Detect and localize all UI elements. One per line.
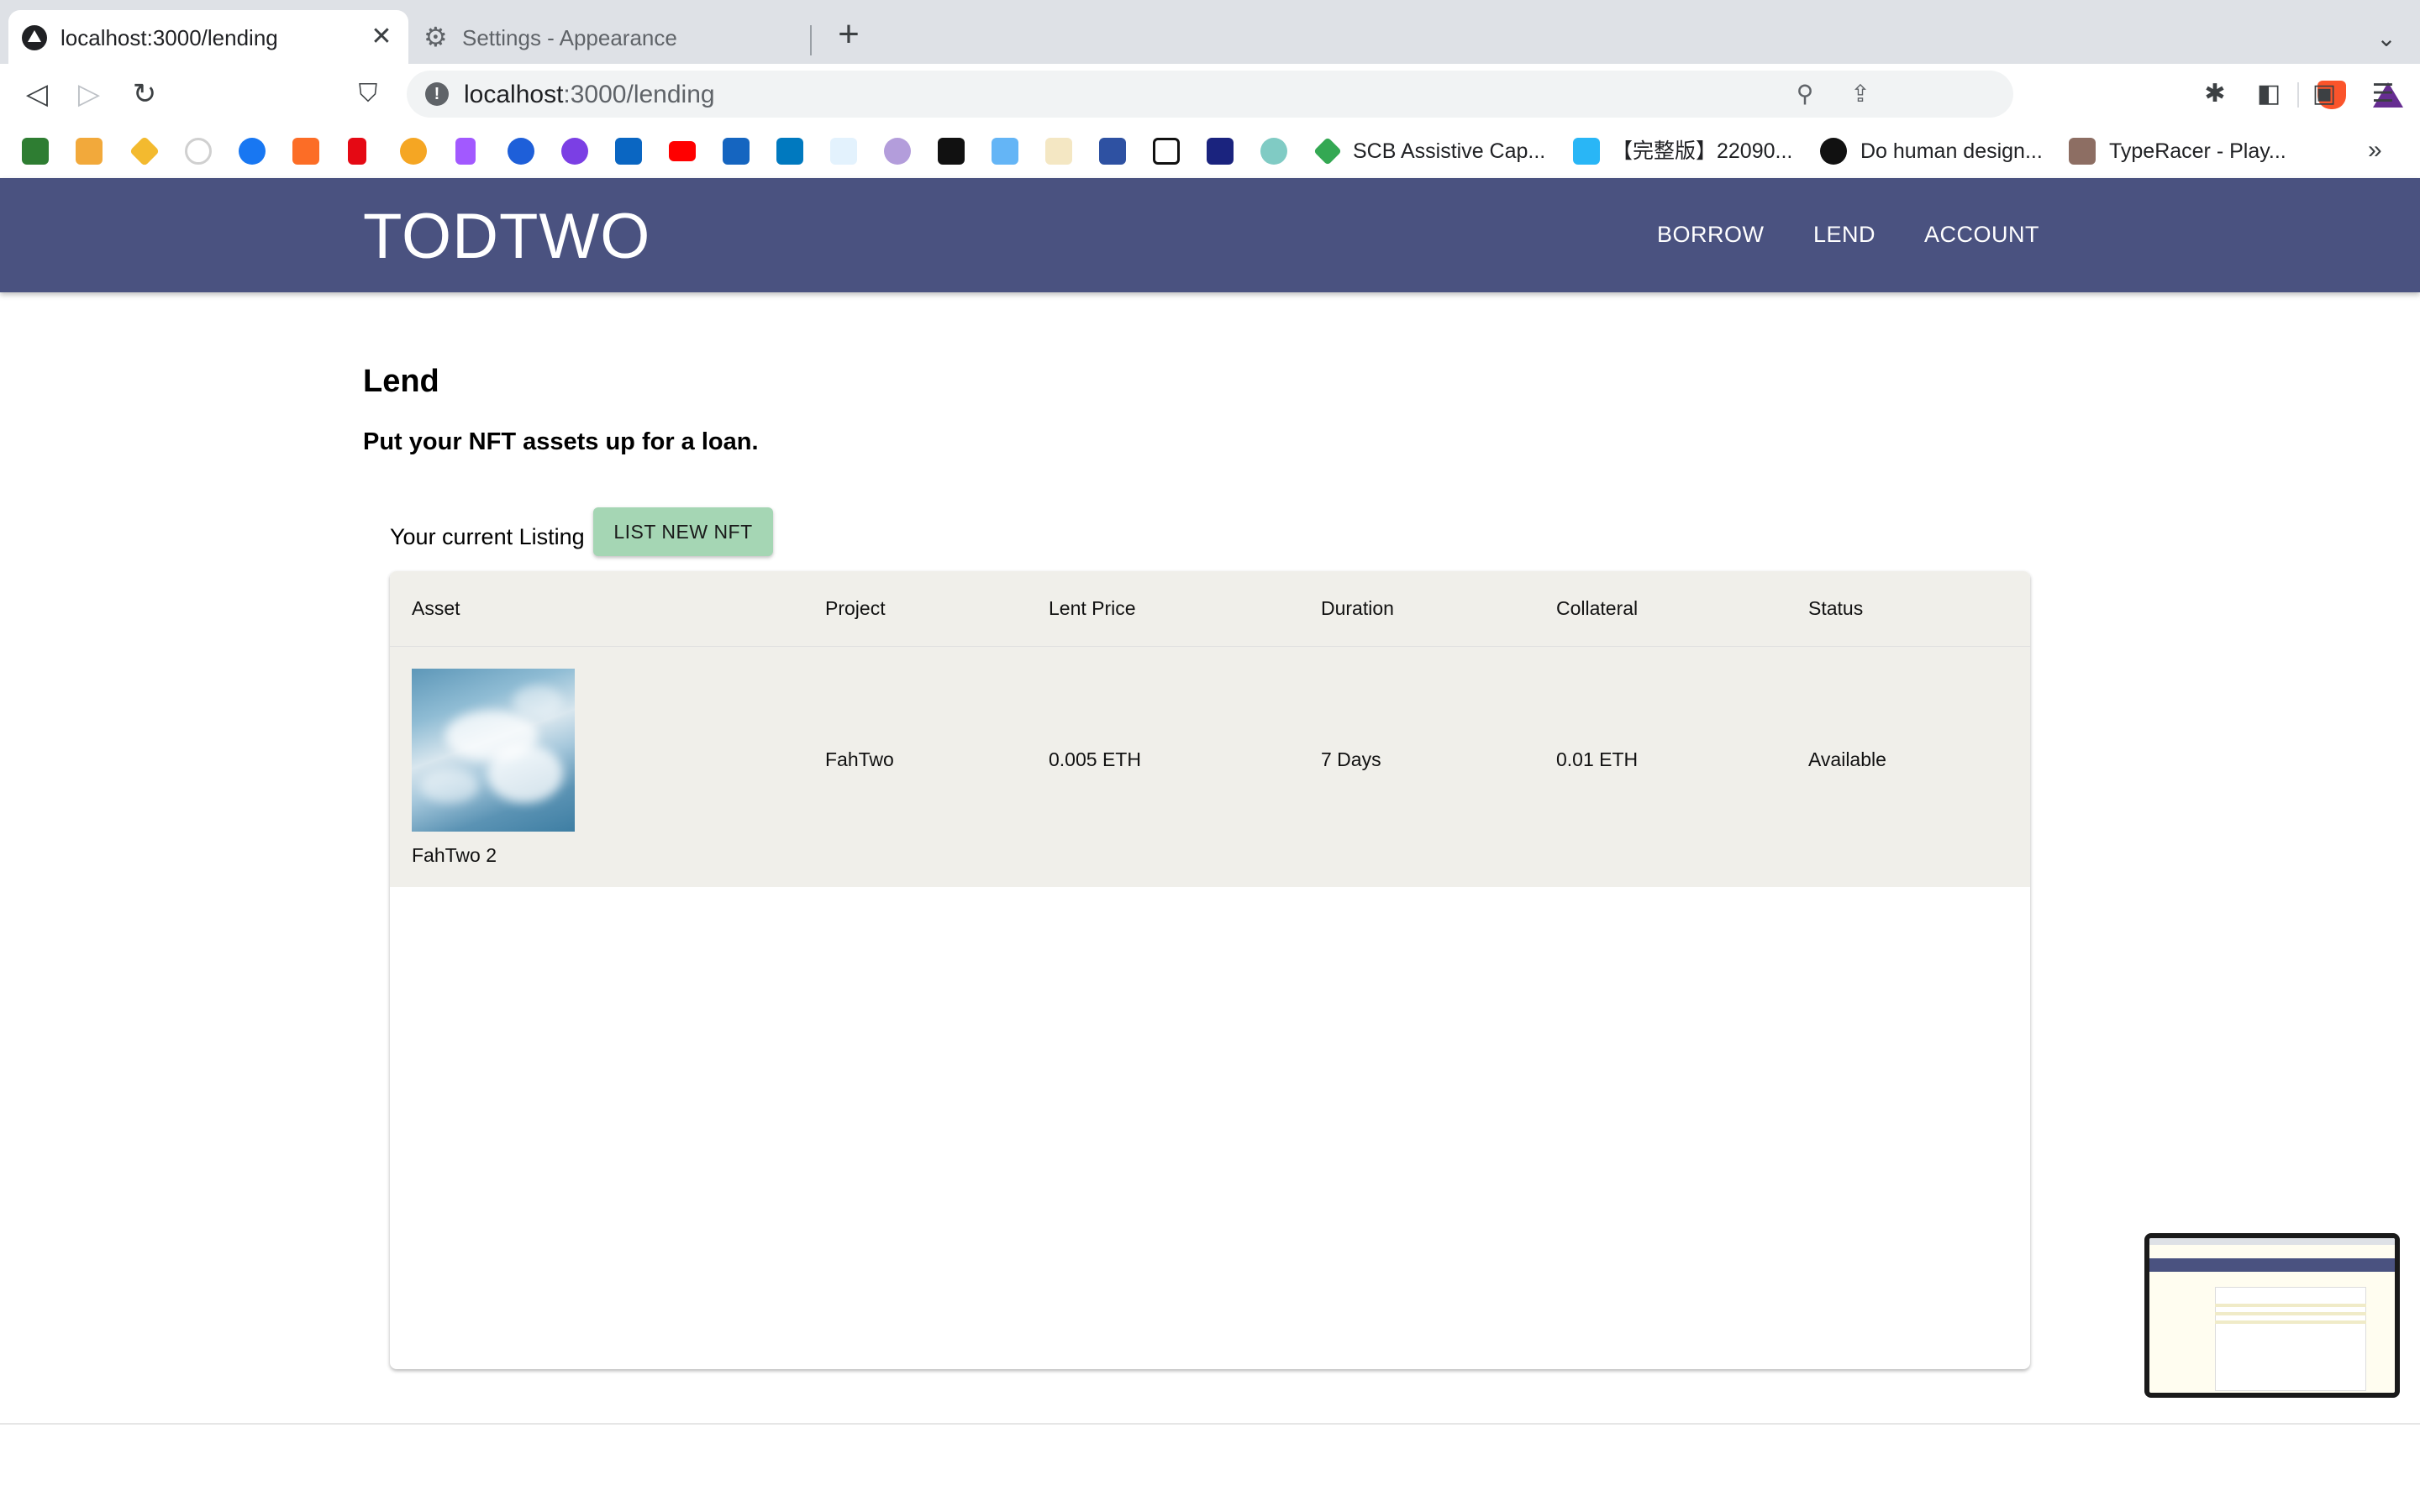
- netflix-icon[interactable]: [348, 138, 366, 165]
- bookmark-icon-22[interactable]: [1153, 138, 1180, 165]
- bookmark-icon-11[interactable]: [561, 138, 588, 165]
- zoom-icon[interactable]: ⚲: [1790, 79, 1820, 109]
- sidebar-icon[interactable]: ◧: [2250, 76, 2287, 113]
- asset-name: FahTwo 2: [412, 844, 497, 866]
- browser-toolbar: ◁ ▷ ↻ ⛉ ! localhost:3000/lending ⚲ ⇪ ✱ ◧…: [0, 64, 2420, 124]
- nav-borrow[interactable]: BORROW: [1657, 220, 1765, 249]
- site-favicon-icon: [22, 25, 47, 50]
- new-tab-button[interactable]: +: [830, 16, 867, 54]
- bookmark-icon-19[interactable]: [992, 138, 1018, 165]
- bookmark-icon-10[interactable]: [508, 138, 534, 165]
- column-header-duration: Duration: [1321, 597, 1394, 619]
- bookmark-icon-14[interactable]: [723, 138, 750, 165]
- binance-icon[interactable]: [129, 135, 160, 167]
- bookmark-label[interactable]: TypeRacer - Play...: [2109, 138, 2286, 165]
- bookmark-icon-8[interactable]: [400, 138, 427, 165]
- app-header: TODTWO BORROW LEND ACCOUNT: [0, 178, 2420, 292]
- share-icon[interactable]: ⇪: [1845, 79, 1876, 109]
- nav-account[interactable]: ACCOUNT: [1924, 220, 2039, 249]
- menu-icon[interactable]: ☰: [2365, 76, 2402, 113]
- medium-icon[interactable]: [1820, 138, 1847, 165]
- bookmark-icon-24[interactable]: [1260, 138, 1287, 165]
- figma-icon[interactable]: [455, 138, 476, 165]
- table-row[interactable]: FahTwo 2 FahTwo 0.005 ETH 7 Days 0.01 ET…: [390, 647, 2030, 887]
- facebook-icon[interactable]: [239, 138, 266, 165]
- tab-title: Settings - Appearance: [462, 25, 677, 50]
- wallet-icon[interactable]: ▣: [2306, 76, 2343, 113]
- bookmarks-overflow-button[interactable]: »: [2368, 136, 2382, 165]
- screenshot-preview-thumbnail[interactable]: [2144, 1233, 2400, 1398]
- bookmark-icon-18[interactable]: [938, 138, 965, 165]
- trello-icon[interactable]: [776, 138, 803, 165]
- nft-image[interactable]: [412, 669, 575, 832]
- github-icon[interactable]: [185, 138, 212, 165]
- listing-label: Your current Listing: [390, 524, 585, 549]
- cell-collateral: 0.01 ETH: [1556, 748, 1639, 770]
- tab-lending[interactable]: localhost:3000/lending ✕: [8, 10, 408, 64]
- address-bar[interactable]: ! localhost:3000/lending ⚲ ⇪: [407, 71, 2403, 118]
- column-header-status: Status: [1808, 597, 1864, 619]
- bookmark-label[interactable]: Do human design...: [1860, 138, 2043, 165]
- bookmark-icon-1[interactable]: [22, 138, 49, 165]
- cell-project: FahTwo: [825, 748, 894, 770]
- tab-divider: [810, 25, 812, 55]
- info-icon[interactable]: !: [425, 82, 449, 106]
- bookmarks-bar: SCB Assistive Cap... 【完整版】22090... Do hu…: [0, 124, 2420, 178]
- nav-lend[interactable]: LEND: [1813, 220, 1876, 249]
- reload-icon[interactable]: ↻: [126, 76, 163, 113]
- bookmark-icon-2[interactable]: [76, 138, 103, 165]
- column-header-project: Project: [825, 597, 886, 619]
- page-subtitle: Put your NFT assets up for a loan.: [363, 428, 759, 455]
- table-header: Asset Project Lent Price Duration Collat…: [390, 571, 2030, 647]
- forward-icon[interactable]: ▷: [71, 76, 108, 113]
- mal-icon[interactable]: [1099, 138, 1126, 165]
- footer-divider: [0, 1423, 2420, 1425]
- column-header-asset: Asset: [412, 597, 460, 619]
- typeracer-icon[interactable]: [2069, 138, 2096, 165]
- listing-table: Asset Project Lent Price Duration Collat…: [390, 571, 2030, 1369]
- preview-image: [2149, 1238, 2395, 1393]
- gitlab-icon[interactable]: [292, 138, 319, 165]
- google-drive-icon[interactable]: [1313, 137, 1342, 165]
- cell-status: Available: [1808, 748, 1886, 770]
- cisco-icon[interactable]: [830, 138, 857, 165]
- cell-lent-price: 0.005 ETH: [1049, 748, 1141, 770]
- youtube-icon[interactable]: [669, 141, 696, 161]
- list-new-nft-button[interactable]: LIST NEW NFT: [593, 507, 773, 556]
- gear-icon: ⚙: [424, 22, 448, 52]
- linkedin-icon[interactable]: [615, 138, 642, 165]
- column-header-collateral: Collateral: [1556, 597, 1639, 619]
- url-text: localhost:3000/lending: [464, 81, 715, 108]
- back-icon[interactable]: ◁: [18, 76, 55, 113]
- close-icon[interactable]: ✕: [365, 20, 398, 54]
- column-header-lent-price: Lent Price: [1049, 597, 1136, 619]
- browser-tab-strip: localhost:3000/lending ✕ ⚙ Settings - Ap…: [0, 0, 2420, 64]
- bookmark-icon[interactable]: ⛉: [350, 76, 387, 113]
- omnibox-divider: [2297, 82, 2299, 108]
- bookmark-label[interactable]: SCB Assistive Cap...: [1353, 138, 1545, 165]
- goodreads-icon[interactable]: [1045, 138, 1072, 165]
- app-logo[interactable]: TODTWO: [363, 202, 650, 272]
- page-title: Lend: [363, 364, 439, 399]
- tab-title: localhost:3000/lending: [60, 25, 278, 50]
- extensions-icon[interactable]: ✱: [2196, 76, 2233, 113]
- bilibili-icon[interactable]: [1573, 138, 1600, 165]
- bookmark-icon-17[interactable]: [884, 138, 911, 165]
- bookmark-label[interactable]: 【完整版】22090...: [1612, 138, 1792, 165]
- bookmark-icon-23[interactable]: [1207, 138, 1234, 165]
- chevron-down-icon[interactable]: ⌄: [2370, 22, 2403, 55]
- cell-duration: 7 Days: [1321, 748, 1381, 770]
- tab-settings[interactable]: ⚙ Settings - Appearance: [412, 10, 812, 64]
